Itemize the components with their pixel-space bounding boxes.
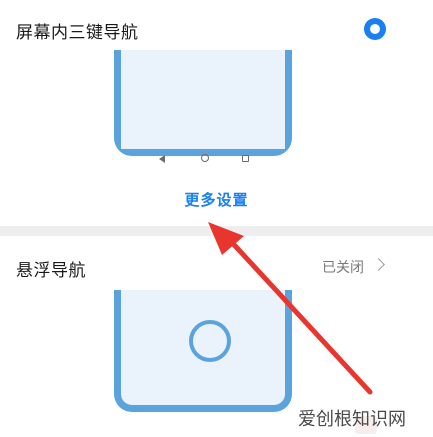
radio-dot <box>370 24 380 34</box>
radio-selected-icon[interactable] <box>364 18 386 40</box>
floating-navigation-status: 已关闭 <box>322 260 364 276</box>
floating-nav-button-icon <box>189 320 231 362</box>
nav-back-icon <box>159 155 165 163</box>
floating-navigation-title: 悬浮导航 <box>16 261 86 281</box>
three-key-nav-phone-illustration <box>114 50 292 163</box>
phone-nav-bar <box>121 91 285 163</box>
floating-nav-phone-illustration <box>114 290 292 412</box>
chevron-right-icon[interactable] <box>372 258 385 271</box>
watermark-text: 爱创根知识网 <box>298 409 406 430</box>
nav-home-icon <box>201 154 209 162</box>
nav-recent-icon <box>242 155 249 162</box>
more-settings-link[interactable]: 更多设置 <box>0 189 433 210</box>
section-divider <box>0 226 433 236</box>
three-key-navigation-card[interactable]: 屏幕内三键导航 更多设置 <box>0 0 433 226</box>
three-key-navigation-title: 屏幕内三键导航 <box>16 23 139 43</box>
